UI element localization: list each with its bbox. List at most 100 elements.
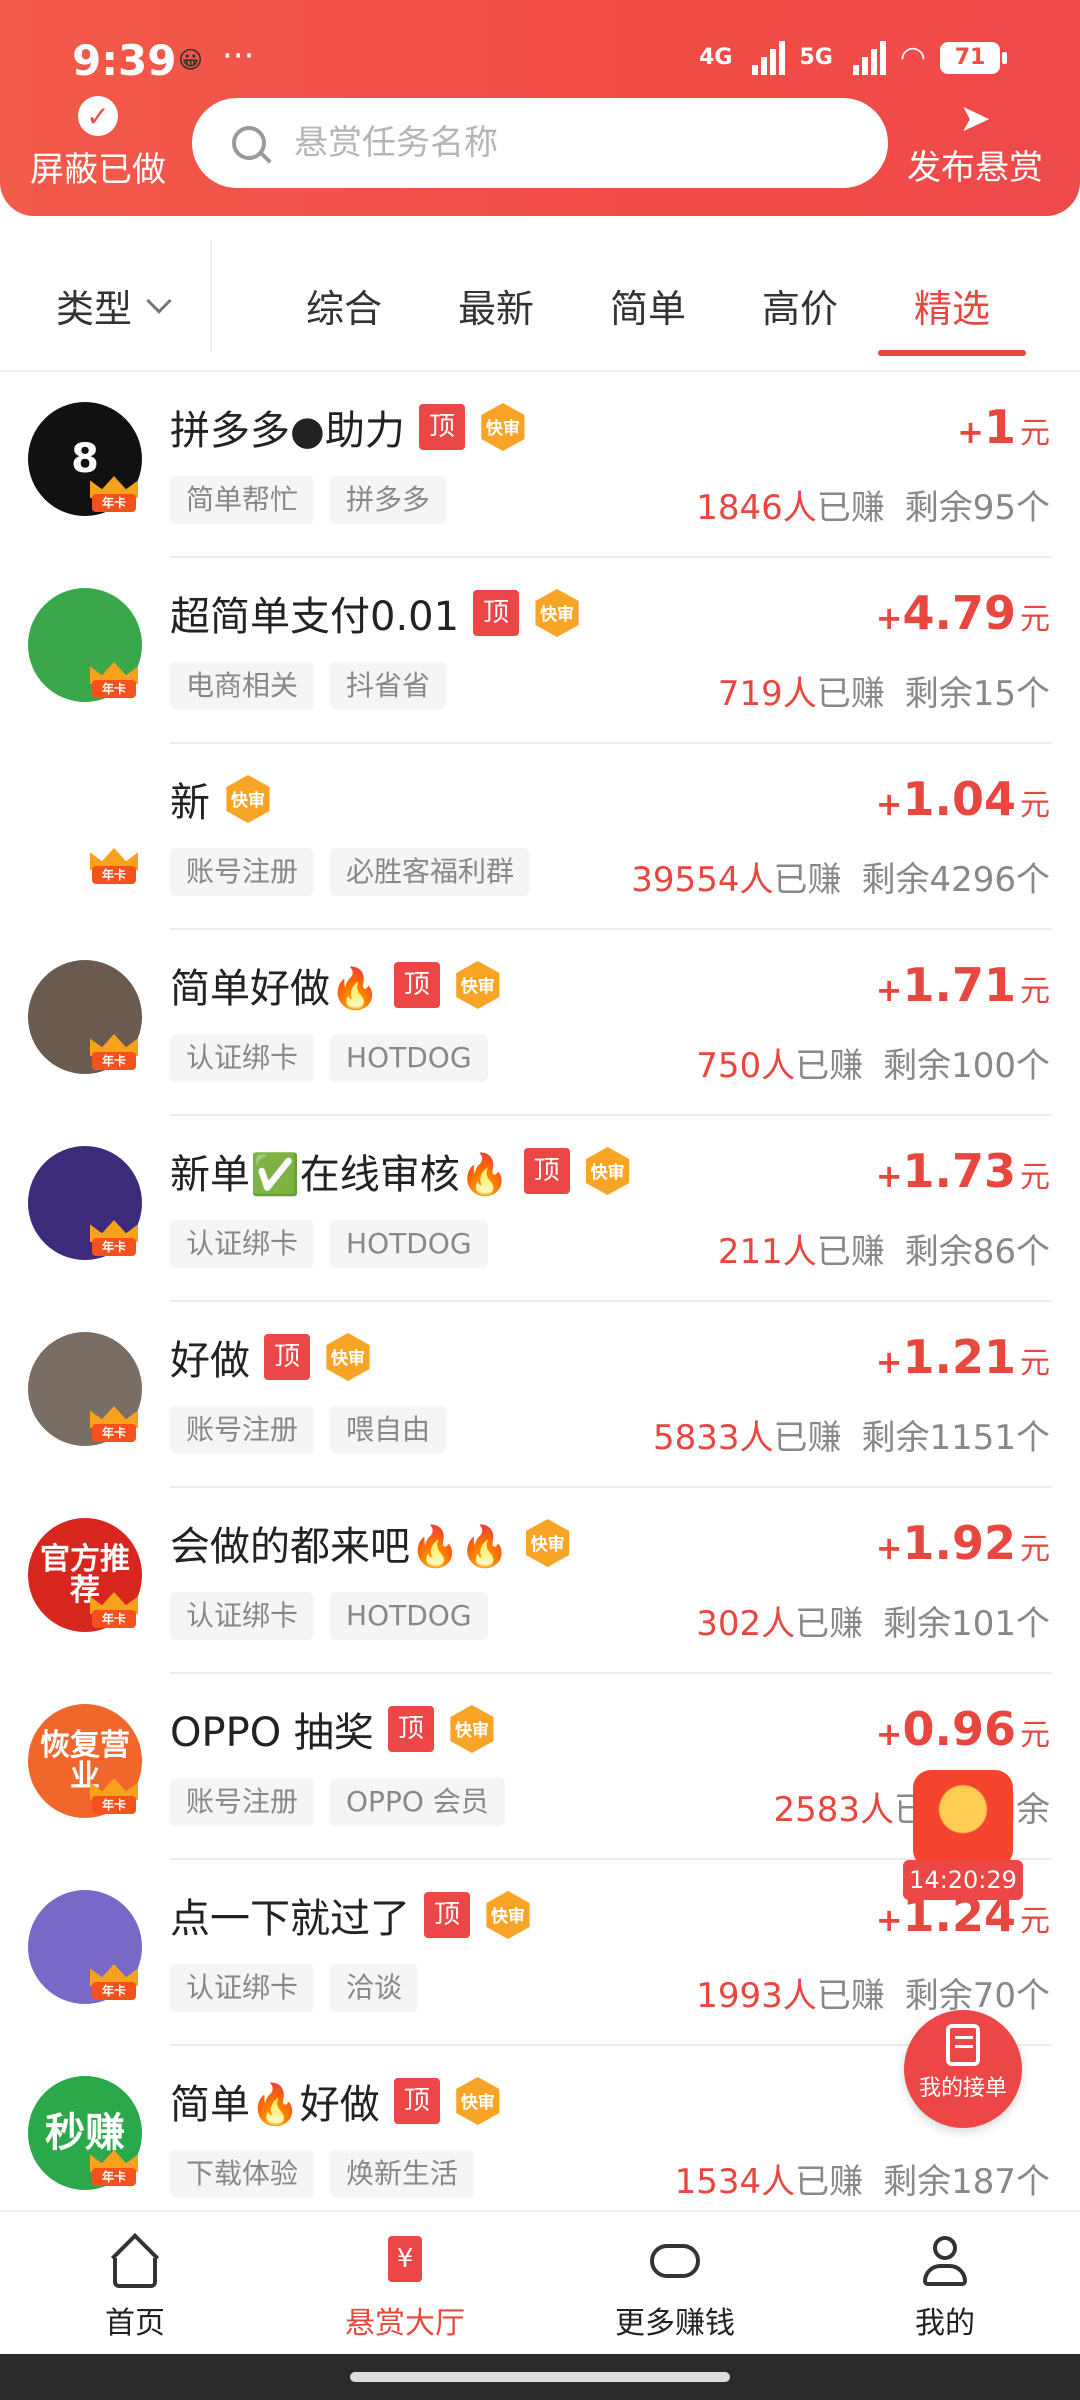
task-tag: 认证绑卡 [170, 1592, 315, 1640]
earned-suffix: 已赚 [816, 1232, 885, 1272]
task-title-line: 简单🔥好做 顶 快审 [170, 2072, 502, 2130]
remaining-count: 剩余86个 [904, 1232, 1050, 1272]
task-row[interactable]: 年卡 超简单支付0.01 顶 快审 + 4.79 元 电商相关 抖省省 719人… [0, 558, 1080, 744]
task-tag: HOTDOG [330, 1034, 488, 1082]
price-sign: + [875, 1157, 903, 1195]
task-price: + 1 元 [957, 400, 1050, 454]
nav-home[interactable]: 首页 [0, 2212, 270, 2354]
task-tag: 简单帮忙 [170, 476, 315, 524]
type-filter-label: 类型 [56, 287, 133, 331]
gift-countdown-widget[interactable]: 14:20:29 [900, 1770, 1026, 1900]
task-row[interactable]: 年卡 新 快审 + 1.04 元 账号注册 必胜客福利群 39554人已赚 剩余4… [0, 744, 1080, 930]
publish-reward-button[interactable]: ➤ 发布悬赏 [900, 96, 1050, 189]
annual-card-crown-icon: 年卡 [90, 1964, 138, 2000]
home-icon [108, 2232, 162, 2288]
home-indicator[interactable] [350, 2372, 730, 2382]
fast-review-badge: 快审 [326, 1333, 370, 1381]
price-value: 1.21 [902, 1330, 1017, 1384]
annual-card-crown-icon: 年卡 [90, 1778, 138, 1814]
remaining-count: 剩余15个 [904, 674, 1050, 714]
divider [210, 240, 212, 352]
fast-review-badge: 快审 [526, 1519, 570, 1567]
task-tags: 认证绑卡 洽谈 [170, 1964, 419, 2012]
task-tags: 认证绑卡 HOTDOG [170, 1034, 488, 1082]
tab-featured[interactable]: 精选 [876, 278, 1028, 356]
earned-count: 1846人 [696, 488, 817, 528]
clipboard-icon [946, 2024, 980, 2066]
status-more-icon: ··· [222, 36, 255, 76]
earned-suffix: 已赚 [816, 1976, 885, 2016]
top-badge: 顶 [523, 1148, 570, 1194]
top-badge: 顶 [387, 1706, 434, 1752]
nav-more-earn[interactable]: 更多赚钱 [540, 2212, 810, 2354]
earned-suffix: 已赚 [773, 1418, 842, 1458]
earned-suffix: 已赚 [773, 860, 842, 900]
task-row[interactable]: 官方推荐 年卡 会做的都来吧🔥🔥 快审 + 1.92 元 认证绑卡 HOTDOG… [0, 1488, 1080, 1674]
annual-badge: 年卡 [92, 2168, 136, 2186]
search-icon [232, 126, 266, 160]
type-filter-dropdown[interactable]: 类型 [56, 278, 172, 333]
hide-done-button[interactable]: ✓ 屏蔽已做 [28, 96, 168, 191]
fast-review-badge: 快审 [486, 1891, 530, 1939]
task-row[interactable]: 年卡 简单好做🔥 顶 快审 + 1.71 元 认证绑卡 HOTDOG 750人已… [0, 930, 1080, 1116]
earned-count: 302人 [696, 1604, 796, 1644]
search-bar[interactable] [192, 98, 888, 188]
search-input[interactable] [294, 123, 854, 163]
annual-badge: 年卡 [92, 1982, 136, 2000]
nav-reward-hall[interactable]: ¥ 悬赏大厅 [270, 2212, 540, 2354]
task-price: + 1.21 元 [876, 1330, 1050, 1384]
annual-card-crown-icon: 年卡 [90, 1592, 138, 1628]
tab-comprehensive[interactable]: 综合 [268, 278, 420, 356]
annual-badge: 年卡 [92, 1238, 136, 1256]
status-time: 9:39 [72, 36, 177, 85]
task-stats: 719人已赚 剩余15个 [718, 666, 1050, 715]
tab-newest[interactable]: 最新 [420, 278, 572, 356]
bottom-nav: 首页 ¥ 悬赏大厅 更多赚钱 我的 [0, 2210, 1080, 2354]
hall-icon: ¥ [378, 2234, 432, 2288]
task-tag: 账号注册 [170, 1406, 315, 1454]
tab-simple[interactable]: 简单 [572, 278, 724, 356]
task-row[interactable]: 年卡 好做 顶 快审 + 1.21 元 账号注册 喂自由 5833人已赚 剩余11… [0, 1302, 1080, 1488]
task-tags: 账号注册 OPPO 会员 [170, 1778, 505, 1826]
signal-icon-2 [852, 40, 886, 75]
hide-done-label: 屏蔽已做 [30, 150, 166, 190]
nav-label: 悬赏大厅 [345, 2306, 465, 2341]
task-stats: 302人已赚 剩余101个 [696, 1596, 1050, 1645]
task-stats: 39554人已赚 剩余4296个 [631, 852, 1050, 901]
annual-card-crown-icon: 年卡 [90, 1034, 138, 1070]
price-unit: 元 [1020, 416, 1050, 451]
price-unit: 元 [1020, 788, 1050, 823]
earned-count: 5833人 [652, 1418, 774, 1458]
task-title-line: 新 快审 [170, 770, 272, 828]
annual-card-crown-icon: 年卡 [90, 1220, 138, 1256]
fast-review-badge: 快审 [456, 2077, 500, 2125]
my-orders-button[interactable]: 我的接单 [904, 2010, 1022, 2128]
status-emoji-icon: 😀 [178, 46, 204, 74]
nav-label: 我的 [915, 2306, 975, 2341]
task-tag: 账号注册 [170, 848, 315, 896]
price-value: 4.79 [902, 586, 1017, 640]
fast-review-badge: 快审 [450, 1705, 494, 1753]
tab-high-price[interactable]: 高价 [724, 278, 876, 356]
task-tags: 简单帮忙 拼多多 [170, 476, 447, 524]
price-unit: 元 [1020, 1160, 1050, 1195]
task-title-line: 好做 顶 快审 [170, 1328, 372, 1386]
task-tags: 认证绑卡 HOTDOG [170, 1220, 488, 1268]
earned-suffix: 已赚 [816, 488, 885, 528]
task-row[interactable]: 年卡 新单✅在线审核🔥 顶 快审 + 1.73 元 认证绑卡 HOTDOG 21… [0, 1116, 1080, 1302]
task-tag: 认证绑卡 [170, 1034, 315, 1082]
fast-review-badge: 快审 [226, 775, 270, 823]
fast-review-badge: 快审 [535, 589, 579, 637]
task-price: + 0.96 元 [876, 1702, 1050, 1756]
task-tag: 电商相关 [170, 662, 315, 710]
nav-mine[interactable]: 我的 [810, 2212, 1080, 2354]
task-title: 拼多多●助力 [170, 408, 405, 454]
remaining-count: 剩余1151个 [861, 1418, 1050, 1458]
network-5g-label: 5G [799, 45, 833, 70]
task-tag: 洽谈 [330, 1964, 419, 2012]
user-icon [918, 2234, 972, 2288]
task-row[interactable]: 8 年卡 拼多多●助力 顶 快审 + 1 元 简单帮忙 拼多多 1846人已赚剩… [0, 372, 1080, 558]
system-home-bar [0, 2354, 1080, 2400]
top-badge: 顶 [393, 962, 440, 1008]
task-title-line: 点一下就过了 顶 快审 [170, 1886, 532, 1944]
